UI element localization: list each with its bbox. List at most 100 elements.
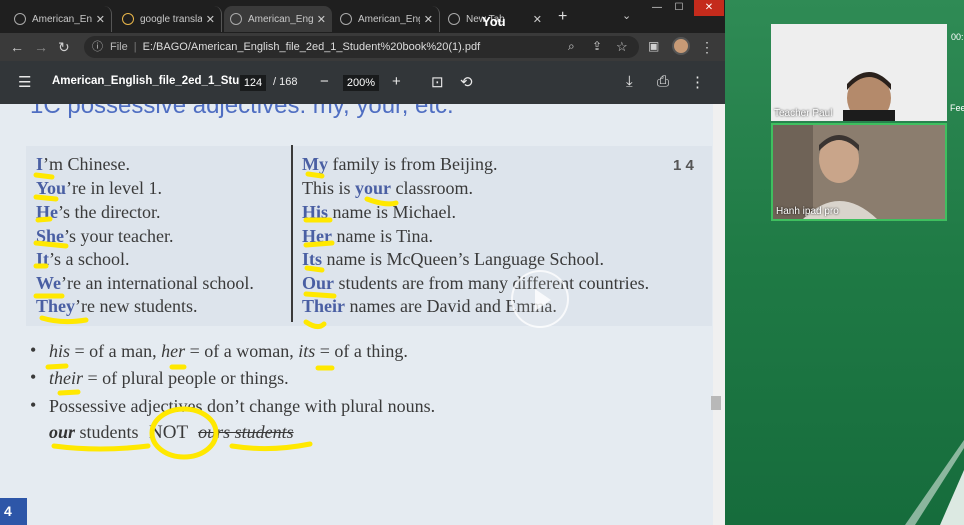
possessive: Their [302, 296, 345, 316]
possessive: Her [302, 226, 332, 246]
sentence-rest: students are from many different countri… [334, 273, 650, 293]
example-sentence: I’m Chinese. [36, 154, 130, 175]
close-icon[interactable]: ✕ [206, 13, 215, 26]
example-sentence: She’s your teacher. [36, 226, 173, 247]
possessive: Its [302, 249, 323, 269]
tab-title: American_Eng [32, 13, 92, 25]
scrollbar-thumb[interactable] [711, 396, 721, 410]
zoom-out-icon[interactable]: − [320, 73, 329, 90]
chevron-down-icon[interactable]: ⌄ [622, 9, 631, 22]
pronoun: It [36, 249, 49, 269]
rule-text: = of plural people or things. [83, 368, 289, 388]
rule-text: = of a thing. [315, 341, 408, 361]
participant-video [773, 125, 945, 219]
forward-icon[interactable]: → [34, 39, 48, 55]
sentence-rest: ’re new students. [75, 296, 198, 316]
bullet: • [30, 340, 37, 360]
possessive: your [355, 178, 392, 198]
video-tile[interactable]: Teacher Paul [771, 24, 947, 122]
participant-video [771, 24, 947, 122]
minimize-button[interactable]: — [646, 0, 668, 16]
browser-tab[interactable]: google transla ✕ [116, 6, 222, 32]
example-sentence: They’re new students. [36, 296, 197, 317]
profile-avatar[interactable] [672, 37, 690, 55]
more-options-icon[interactable]: ⋮ [690, 73, 705, 91]
sentence-rest: ’re an international school. [61, 273, 254, 293]
rotate-icon[interactable]: ⟲ [460, 73, 473, 91]
pronoun: He [36, 202, 58, 222]
sentence-rest: name is Michael. [328, 202, 456, 222]
browser-tab[interactable]: American_Eng ✕ [8, 6, 112, 32]
bookmark-star-icon[interactable]: ☆ [616, 39, 628, 55]
column-divider [291, 145, 293, 322]
video-tile-active[interactable]: Hanh ipad pro [771, 123, 947, 221]
keyword: his [49, 341, 71, 361]
rule-text: = of a woman, [185, 341, 299, 361]
sentence-rest: ’s the director. [58, 202, 161, 222]
page-number: 4 [0, 498, 27, 525]
close-window-button[interactable]: ✕ [694, 0, 724, 16]
example-line: our students NOT ours students [49, 422, 294, 444]
play-button[interactable] [511, 270, 569, 328]
keyword: our [49, 422, 76, 442]
pronoun: You [36, 178, 67, 198]
tab-title: google transla [140, 13, 202, 25]
incorrect-example: ours students [198, 422, 294, 442]
reload-icon[interactable]: ↻ [58, 39, 70, 56]
possessive: Our [302, 273, 335, 293]
hamburger-menu-icon[interactable]: ☰ [18, 73, 31, 91]
pdf-title: American_English_file_2ed_1_Stu... [52, 75, 249, 87]
close-icon[interactable]: ✕ [317, 13, 326, 26]
sentence-rest: ’s your teacher. [64, 226, 174, 246]
browser-tab-active[interactable]: American_Eng ✕ [224, 6, 332, 32]
close-icon[interactable]: ✕ [96, 13, 105, 26]
back-icon[interactable]: ← [10, 39, 24, 55]
zoom-in-icon[interactable]: + [392, 73, 401, 90]
example-sentence: Her name is Tina. [302, 226, 433, 247]
menu-dots-icon[interactable]: ⋮ [700, 39, 714, 56]
sentence-rest: classroom. [391, 178, 473, 198]
pdf-toolbar: ☰ American_English_file_2ed_1_Stu... 124… [0, 61, 725, 104]
rule-line: Possessive adjectives don’t change with … [49, 396, 436, 416]
page-number-input[interactable]: 124 [240, 75, 266, 91]
zoom-icon[interactable]: ⌕ [568, 39, 575, 54]
download-icon[interactable]: ⤓ [626, 73, 633, 90]
globe-icon [230, 13, 242, 25]
scrollbar[interactable] [713, 104, 725, 525]
rule-line: their = of plural people or things. [49, 368, 289, 389]
browser-tab[interactable]: American_Eng ✕ [334, 6, 440, 32]
keyword: her [161, 341, 186, 361]
sentence-rest: name is McQueen’s Language School. [322, 249, 604, 269]
address-field[interactable]: ⓘ File | E:/BAGO/American_English_file_2ed… [84, 36, 639, 58]
example-sentence: We’re an international school. [36, 273, 254, 294]
info-icon: ⓘ [92, 41, 103, 53]
zoom-input[interactable]: 200% [343, 75, 379, 91]
new-tab-button[interactable]: + [558, 8, 567, 26]
keyword: their [49, 368, 83, 388]
rule-line: his = of a man, her = of a woman, its = … [49, 341, 408, 362]
share-icon[interactable]: ⇪ [592, 39, 602, 53]
fit-page-icon[interactable]: ⊡ [431, 73, 444, 91]
sentence-start: This is [302, 178, 356, 198]
url-scheme: File [110, 41, 128, 53]
tab-bar: American_Eng ✕ google transla ✕ American… [0, 0, 725, 33]
rule-text: = of a man, [70, 341, 162, 361]
pronoun: We [36, 273, 61, 293]
you-label: You [482, 14, 506, 29]
close-icon[interactable]: ✕ [533, 13, 542, 26]
close-icon[interactable]: ✕ [424, 13, 433, 26]
example-sentence: Our students are from many different cou… [302, 273, 649, 294]
maximize-button[interactable]: ☐ [668, 0, 690, 16]
print-icon[interactable]: ⎙ [657, 73, 669, 90]
example-sentence: His name is Michael. [302, 202, 456, 223]
sentence-rest: name is Tina. [331, 226, 433, 246]
side-panel-icon[interactable]: ▣ [648, 39, 659, 53]
edge-text: 00: [951, 32, 964, 42]
tab-title: American_Eng [248, 13, 313, 25]
example-sentence: He’s the director. [36, 202, 160, 223]
pronoun: I [36, 154, 44, 174]
possessive: His [302, 202, 329, 222]
section-heading: 1C possessive adjectives: my, your, etc. [30, 104, 454, 119]
pronoun: She [36, 226, 65, 246]
example-sentence: Its name is McQueen’s Language School. [302, 249, 604, 270]
